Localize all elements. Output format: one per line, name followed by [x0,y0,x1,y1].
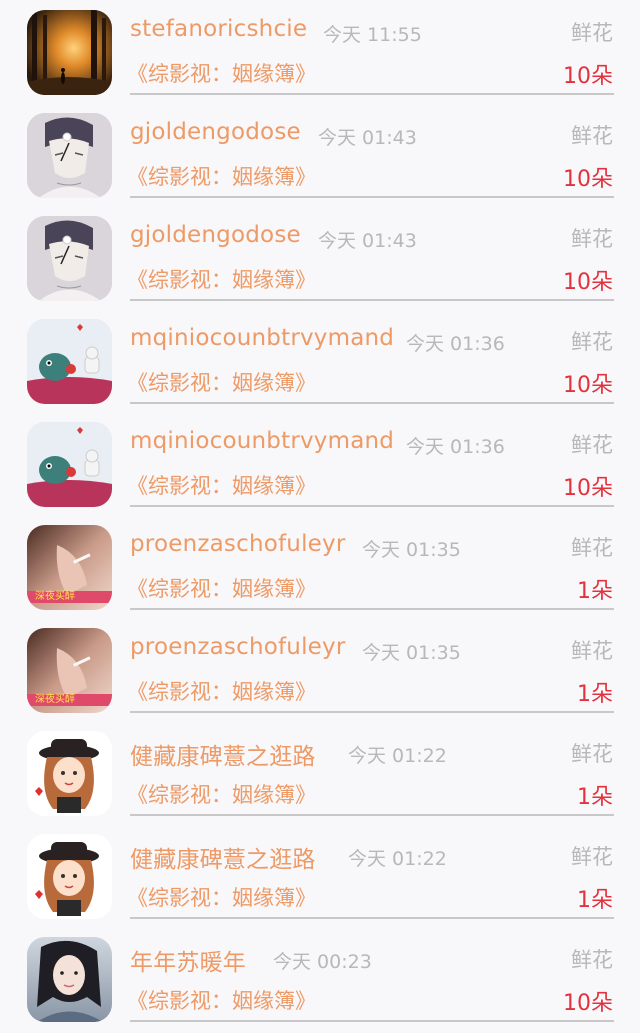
book-title[interactable]: 《综影视：姻缘簿》 [127,985,316,1015]
gift-count: 10朵 [563,991,613,1016]
gift-record-list: stefanoricshcie 今天 11:55 鲜花 《综影视：姻缘簿》 10… [0,0,640,1033]
divider [130,402,614,404]
timestamp: 今天 01:36 [406,333,505,355]
anime-boy-flower-avatar-icon[interactable] [27,216,112,301]
gift-count: 10朵 [563,64,613,89]
username[interactable]: gjoldengodose [130,119,301,145]
gift-type-label: 鲜花 [571,330,613,354]
username[interactable]: 年年苏暖年 [130,943,246,977]
forest-sunset-avatar-icon[interactable] [27,10,112,95]
book-title[interactable]: 《综影视：姻缘簿》 [127,676,316,706]
gift-count: 10朵 [563,476,613,501]
photo-smoking-avatar-icon[interactable]: 深夜买醉 [27,525,112,610]
anime-boy-flower-avatar-icon[interactable] [27,113,112,198]
list-item[interactable]: 健藏康碑薏之逛路 今天 01:22 鲜花 《综影视：姻缘簿》 1朵 [0,721,640,824]
gift-type-label: 鲜花 [571,21,613,45]
username[interactable]: gjoldengodose [130,222,301,248]
divider [130,608,614,610]
timestamp: 今天 01:43 [318,230,417,252]
username[interactable]: 健藏康碑薏之逛路 [130,840,316,874]
book-title[interactable]: 《综影视：姻缘簿》 [127,470,316,500]
list-item[interactable]: stefanoricshcie 今天 11:55 鲜花 《综影视：姻缘簿》 10… [0,0,640,103]
username[interactable]: proenzaschofuleyr [130,531,345,557]
photo-smoking-avatar-icon[interactable]: 深夜买醉 [27,628,112,713]
list-item[interactable]: mqiniocounbtrvymand 今天 01:36 鲜花 《综影视：姻缘簿… [0,412,640,515]
gift-type-label: 鲜花 [571,124,613,148]
gift-type-label: 鲜花 [571,639,613,663]
gift-count: 1朵 [577,682,613,707]
book-title[interactable]: 《综影视：姻缘簿》 [127,882,316,912]
username[interactable]: 健藏康碑薏之逛路 [130,737,316,771]
list-item[interactable]: 健藏康碑薏之逛路 今天 01:22 鲜花 《综影视：姻缘簿》 1朵 [0,824,640,927]
cartoon-dinosaur-avatar-icon[interactable] [27,319,112,404]
gift-type-label: 鲜花 [571,433,613,457]
list-item[interactable]: 深夜买醉 proenzaschofuleyr 今天 01:35 鲜花 《综影视：… [0,515,640,618]
gift-count: 10朵 [563,270,613,295]
divider [130,196,614,198]
divider [130,711,614,713]
timestamp: 今天 01:35 [362,539,461,561]
divider [130,814,614,816]
book-title[interactable]: 《综影视：姻缘簿》 [127,779,316,809]
timestamp: 今天 11:55 [323,24,422,46]
username[interactable]: proenzaschofuleyr [130,634,345,660]
divider [130,1020,614,1022]
timestamp: 今天 01:36 [406,436,505,458]
book-title[interactable]: 《综影视：姻缘簿》 [127,573,316,603]
list-item[interactable]: mqiniocounbtrvymand 今天 01:36 鲜花 《综影视：姻缘簿… [0,309,640,412]
gift-count: 10朵 [563,167,613,192]
list-item[interactable]: gjoldengodose 今天 01:43 鲜花 《综影视：姻缘簿》 10朵 [0,206,640,309]
cartoon-girl-hat-avatar-icon[interactable] [27,731,112,816]
username[interactable]: mqiniocounbtrvymand [130,428,394,454]
cartoon-girl-hat-avatar-icon[interactable] [27,834,112,919]
avatar-badge-text: 深夜买醉 [35,694,75,705]
photo-woman-avatar-icon[interactable] [27,937,112,1022]
gift-count: 1朵 [577,579,613,604]
list-item[interactable]: 年年苏暖年 今天 00:23 鲜花 《综影视：姻缘簿》 10朵 [0,927,640,1030]
timestamp: 今天 01:22 [348,745,447,767]
gift-type-label: 鲜花 [571,742,613,766]
gift-type-label: 鲜花 [571,536,613,560]
divider [130,505,614,507]
gift-count: 10朵 [563,373,613,398]
book-title[interactable]: 《综影视：姻缘簿》 [127,161,316,191]
timestamp: 今天 01:22 [348,848,447,870]
list-item[interactable]: 深夜买醉 proenzaschofuleyr 今天 01:35 鲜花 《综影视：… [0,618,640,721]
book-title[interactable]: 《综影视：姻缘簿》 [127,367,316,397]
divider [130,93,614,95]
timestamp: 今天 01:35 [362,642,461,664]
gift-type-label: 鲜花 [571,227,613,251]
gift-type-label: 鲜花 [571,948,613,972]
book-title[interactable]: 《综影视：姻缘簿》 [127,264,316,294]
book-title[interactable]: 《综影视：姻缘簿》 [127,58,316,88]
cartoon-dinosaur-avatar-icon[interactable] [27,422,112,507]
username[interactable]: mqiniocounbtrvymand [130,325,394,351]
gift-count: 1朵 [577,888,613,913]
divider [130,917,614,919]
gift-type-label: 鲜花 [571,845,613,869]
list-item[interactable]: gjoldengodose 今天 01:43 鲜花 《综影视：姻缘簿》 10朵 [0,103,640,206]
timestamp: 今天 00:23 [273,951,372,973]
avatar-badge-text: 深夜买醉 [35,591,75,602]
divider [130,299,614,301]
username[interactable]: stefanoricshcie [130,16,307,42]
timestamp: 今天 01:43 [318,127,417,149]
gift-count: 1朵 [577,785,613,810]
